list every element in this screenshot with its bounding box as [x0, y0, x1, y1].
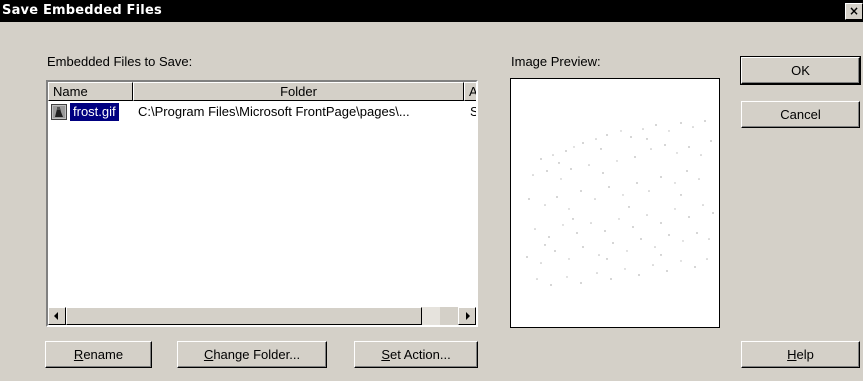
image-preview-label: Image Preview:: [511, 54, 601, 69]
horizontal-scrollbar[interactable]: [48, 307, 476, 325]
close-icon: ×: [848, 4, 860, 18]
cancel-button[interactable]: Cancel: [741, 101, 860, 128]
set-action-mnemonic: S: [381, 347, 390, 362]
title-bar: Save Embedded Files ×: [0, 0, 863, 22]
arrow-left-icon: [54, 312, 58, 320]
scroll-left-button[interactable]: [48, 307, 66, 325]
rename-label: ename: [83, 347, 124, 362]
file-action: S: [470, 104, 478, 119]
set-action-label: et Action...: [389, 347, 451, 362]
rename-button[interactable]: Rename: [45, 341, 152, 368]
file-folder: C:\Program Files\Microsoft FrontPage\pag…: [138, 104, 410, 119]
list-item[interactable]: frost.gif C:\Program Files\Microsoft Fro…: [48, 102, 476, 122]
column-header-name[interactable]: Name: [48, 82, 133, 101]
help-label: elp: [796, 347, 814, 362]
image-preview: [510, 78, 720, 328]
gif-image-icon: [51, 104, 67, 120]
files-to-save-label: Embedded Files to Save:: [47, 54, 193, 69]
window-title: Save Embedded Files: [2, 3, 162, 18]
column-header-folder[interactable]: Folder: [133, 82, 464, 101]
ok-button[interactable]: OK: [740, 56, 861, 85]
arrow-right-icon: [466, 312, 470, 320]
scroll-right-button[interactable]: [458, 307, 476, 325]
file-name: frost.gif: [70, 103, 119, 121]
list-header: Name Folder A: [48, 82, 476, 101]
frost-image-preview: [526, 120, 714, 286]
change-folder-label: hange Folder...: [213, 347, 301, 362]
set-action-button[interactable]: Set Action...: [354, 341, 478, 368]
embedded-files-list[interactable]: Name Folder A frost.gif C:\Program Files…: [46, 80, 478, 327]
help-button[interactable]: Help: [741, 341, 860, 368]
help-mnemonic: H: [787, 347, 797, 362]
change-folder-mnemonic: C: [203, 347, 214, 362]
rename-mnemonic: R: [73, 347, 84, 362]
scroll-thumb[interactable]: [66, 307, 422, 325]
change-folder-button[interactable]: Change Folder...: [177, 341, 327, 368]
column-header-action[interactable]: A: [464, 82, 476, 101]
close-button[interactable]: ×: [845, 3, 863, 20]
